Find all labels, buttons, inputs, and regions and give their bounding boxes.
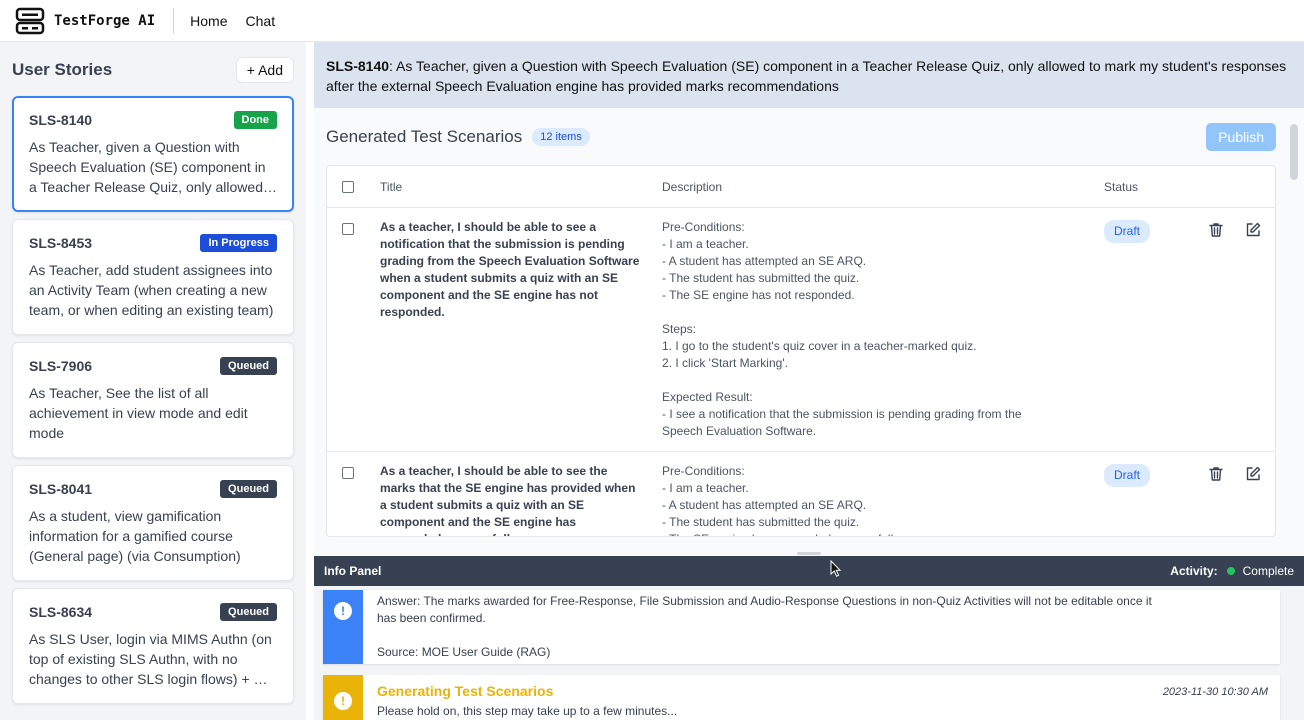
column-header-status: Status <box>1104 180 1139 194</box>
story-id: SLS-8634 <box>29 604 93 620</box>
story-description: As SLS User, login via MIMS Authn (on to… <box>29 631 272 687</box>
nav-divider <box>173 7 175 34</box>
story-card-sls-8634[interactable]: SLS-8634 Queued As SLS User, login via M… <box>12 588 294 704</box>
user-stories-sidebar: User Stories + Add SLS-8140 Done As Teac… <box>0 42 306 720</box>
progress-heading: Generating Test Scenarios <box>377 683 554 699</box>
mouse-cursor-icon <box>830 560 842 577</box>
status-dot-icon <box>1226 567 1235 575</box>
status-badge: Queued <box>220 603 277 621</box>
nav-home[interactable]: Home <box>190 13 227 29</box>
nav-chat[interactable]: Chat <box>246 13 276 29</box>
story-card-sls-8453[interactable]: SLS-8453 In Progress As Teacher, add stu… <box>12 219 294 335</box>
sidebar-header: User Stories + Add <box>12 56 294 84</box>
row-checkbox[interactable] <box>342 223 354 235</box>
trash-icon[interactable] <box>1207 221 1225 239</box>
story-id: SLS-8453 <box>29 235 93 251</box>
column-header-title: Title <box>380 180 403 194</box>
story-card-sls-7906[interactable]: SLS-7906 Queued As Teacher, See the list… <box>12 342 294 458</box>
selected-story-text: : As Teacher, given a Question with Spee… <box>326 58 1287 94</box>
story-id: SLS-7906 <box>29 358 93 374</box>
story-card-sls-8041[interactable]: SLS-8041 Queued As a student, view gamif… <box>12 465 294 581</box>
activity-indicator: Activity: Complete <box>1170 564 1294 578</box>
scenarios-table: Title Description Status As a teacher, I… <box>326 165 1276 537</box>
story-description: As a student, view gamification informat… <box>29 508 241 564</box>
scenario-description: Pre-Conditions: - I am a teacher. - A st… <box>662 464 902 536</box>
story-description: As Teacher, given a Question with Speech… <box>29 139 266 195</box>
scenarios-scrollbar[interactable] <box>1290 122 1298 542</box>
table-row: As a teacher, I should be able to see a … <box>327 208 1275 452</box>
scenarios-title: Generated Test Scenarios <box>326 127 523 146</box>
info-stripe: ! <box>323 590 363 664</box>
warning-stripe: ! <box>323 675 363 720</box>
app-name: TestForge AI <box>54 12 156 29</box>
info-card-progress: ! Generating Test Scenarios Please hold … <box>323 675 1280 720</box>
answer-text: Answer: The marks awarded for Free-Respo… <box>377 594 1152 625</box>
robot-icon <box>15 7 45 34</box>
status-badge: Done <box>233 111 277 129</box>
edit-icon[interactable] <box>1244 465 1262 483</box>
status-badge: In Progress <box>200 234 277 252</box>
trash-icon[interactable] <box>1207 465 1225 483</box>
warning-icon: ! <box>334 692 352 710</box>
scenario-count-badge: 12 items <box>532 128 590 146</box>
story-id: SLS-8041 <box>29 481 93 497</box>
story-list: SLS-8140 Done As Teacher, given a Questi… <box>12 96 294 711</box>
scenario-title: As a teacher, I should be able to see th… <box>380 464 636 536</box>
status-badge: Draft <box>1104 464 1151 487</box>
scenario-description: Pre-Conditions: - I am a teacher. - A st… <box>662 220 1022 438</box>
sidebar-title: User Stories <box>12 60 113 79</box>
story-description: As Teacher, add student assignees into a… <box>29 262 274 318</box>
scenario-title: As a teacher, I should be able to see a … <box>380 220 640 319</box>
row-checkbox[interactable] <box>342 467 354 479</box>
status-badge: Queued <box>220 357 277 375</box>
info-icon: ! <box>334 602 352 620</box>
progress-text: Please hold on, this step may take up to… <box>377 704 678 718</box>
main-content: SLS-8140: As Teacher, given a Question w… <box>314 42 1304 556</box>
column-header-description: Description <box>662 180 723 194</box>
select-all-checkbox[interactable] <box>342 181 354 193</box>
story-id: SLS-8140 <box>29 112 93 128</box>
add-story-button[interactable]: + Add <box>235 57 294 83</box>
status-badge: Queued <box>220 480 277 498</box>
edit-icon[interactable] <box>1244 221 1262 239</box>
selected-story-header: SLS-8140: As Teacher, given a Question w… <box>314 42 1304 108</box>
activity-status: Complete <box>1242 564 1294 578</box>
status-badge: Draft <box>1104 220 1151 243</box>
table-row: As a teacher, I should be able to see th… <box>327 452 1275 536</box>
activity-label: Activity: <box>1170 564 1218 578</box>
panel-resize-handle[interactable] <box>797 552 821 555</box>
selected-story-id: SLS-8140 <box>326 58 390 74</box>
info-panel-content: ! Answer: The marks awarded for Free-Res… <box>314 586 1304 720</box>
answer-source: Source: MOE User Guide (RAG) <box>377 645 551 659</box>
info-panel-header: Info Panel Activity: Complete <box>314 556 1304 586</box>
info-panel-title: Info Panel <box>324 564 382 578</box>
scenarios-header: Generated Test Scenarios 12 items Publis… <box>326 123 1276 151</box>
story-card-sls-8140[interactable]: SLS-8140 Done As Teacher, given a Questi… <box>12 96 294 212</box>
info-card-answer: ! Answer: The marks awarded for Free-Res… <box>323 590 1280 664</box>
top-bar: TestForge AI Home Chat <box>0 0 1304 42</box>
app-logo[interactable]: TestForge AI <box>14 5 155 37</box>
story-description: As Teacher, See the list of all achievem… <box>29 385 248 441</box>
publish-button[interactable]: Publish <box>1206 123 1276 151</box>
progress-timestamp: 2023-11-30 10:30 AM <box>1162 686 1268 698</box>
scrollbar-thumb[interactable] <box>1290 124 1298 180</box>
table-header: Title Description Status <box>327 166 1275 208</box>
